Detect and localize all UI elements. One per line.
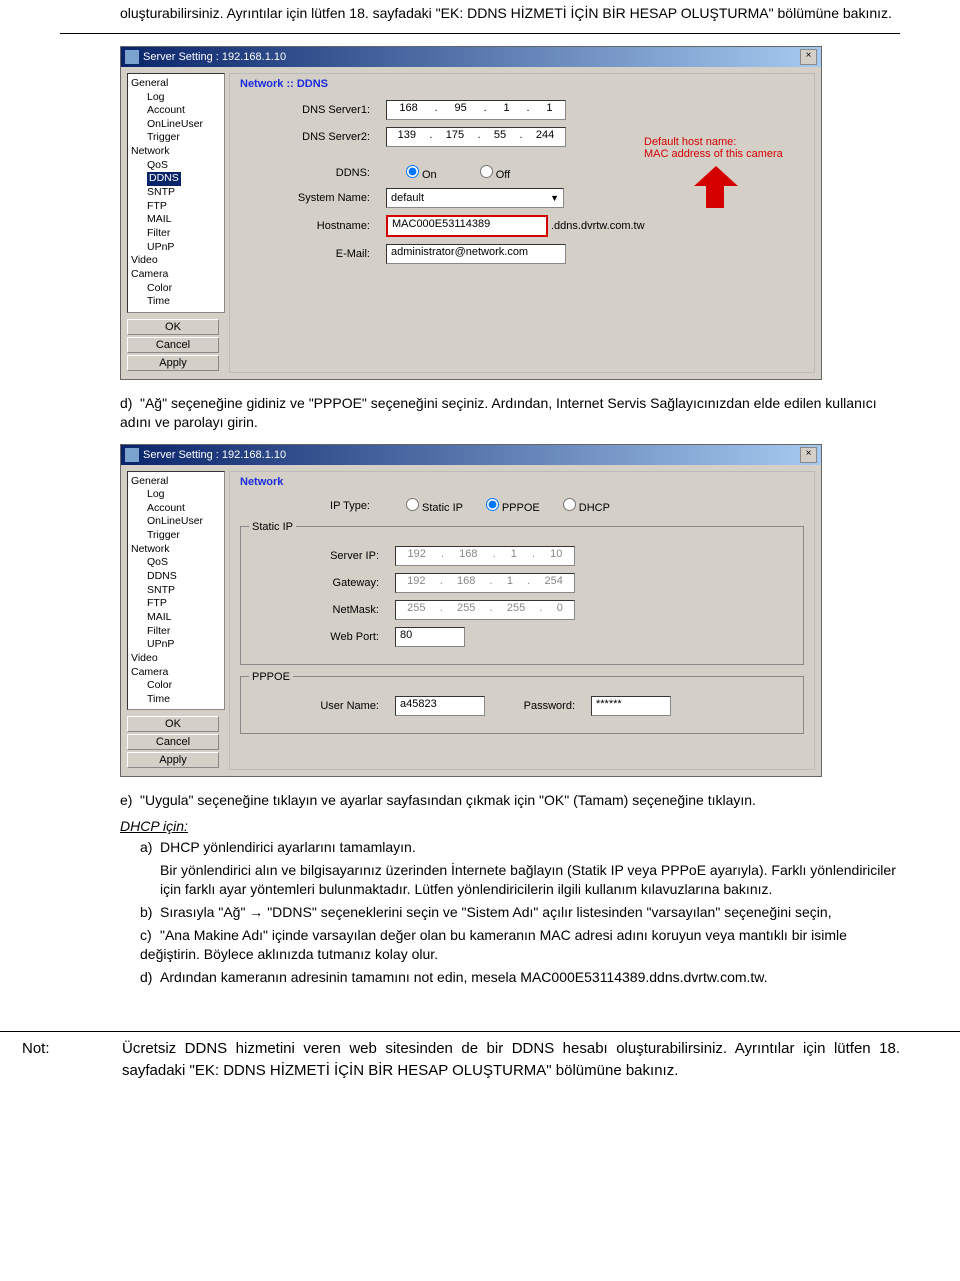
titlebar[interactable]: Server Setting : 192.168.1.10 ×: [121, 47, 821, 67]
dns1-input[interactable]: 168.95.1.1: [386, 100, 566, 120]
tree-ddns[interactable]: DDNS: [131, 172, 221, 186]
tree-mail[interactable]: MAIL: [131, 213, 221, 227]
tree-camera[interactable]: Camera: [131, 268, 221, 282]
hostname-label: Hostname:: [240, 220, 386, 232]
tree-trigger[interactable]: Trigger: [131, 131, 221, 145]
tree-onlineuser[interactable]: OnLineUser: [131, 118, 221, 132]
ddns-off-radio[interactable]: [480, 165, 493, 178]
gateway-input[interactable]: 192.168.1.254: [395, 573, 575, 593]
tree-filter[interactable]: Filter: [131, 227, 221, 241]
step-d: d)"Ağ" seçeneğine gidiniz ve "PPPOE" seç…: [120, 394, 900, 432]
dns2-label: DNS Server2:: [240, 131, 386, 143]
app-icon: [125, 448, 139, 462]
tree-time[interactable]: Time: [131, 295, 221, 309]
separator: [60, 33, 900, 34]
pppoe-radio[interactable]: [486, 498, 499, 511]
arrow-up-icon: [684, 162, 744, 204]
tree-sntp[interactable]: SNTP: [131, 186, 221, 200]
dhcp-step-a-cont: Bir yönlendirici alın ve bilgisayarınız …: [160, 861, 900, 899]
tree-network[interactable]: Network: [131, 145, 221, 159]
staticip-radio[interactable]: [406, 498, 419, 511]
iptype-label: IP Type:: [240, 500, 386, 512]
netmask-input[interactable]: 255.255.255.0: [395, 600, 575, 620]
dhcp-step-b: b)Sırasıyla "Ağ" → "DDNS" seçeneklerini …: [140, 903, 900, 922]
ddns-on-radio[interactable]: [406, 165, 419, 178]
apply-button[interactable]: Apply: [127, 752, 219, 768]
tree-qos[interactable]: QoS: [131, 159, 221, 173]
step-e: e)"Uygula" seçeneğine tıklayın ve ayarla…: [120, 791, 900, 810]
window-title: Server Setting : 192.168.1.10: [143, 51, 286, 63]
close-icon[interactable]: ×: [800, 447, 817, 463]
tree-upnp[interactable]: UPnP: [131, 241, 221, 255]
note-text: Ücretsiz DDNS hizmetini veren web sitesi…: [122, 1038, 900, 1083]
tree-account[interactable]: Account: [131, 104, 221, 118]
hostname-suffix: .ddns.dvrtw.com.tw: [551, 220, 645, 232]
ddns-panel: Network :: DDNS DNS Server1: 168.95.1.1 …: [229, 73, 815, 373]
username-input[interactable]: a45823: [395, 696, 485, 716]
hostname-input[interactable]: MAC000E53114389: [386, 215, 548, 237]
email-input[interactable]: administrator@network.com: [386, 244, 566, 264]
app-icon: [125, 50, 139, 64]
dhcp-step-d: d)Ardından kameranın adresinin tamamını …: [140, 968, 900, 987]
ok-button[interactable]: OK: [127, 716, 219, 732]
window-title: Server Setting : 192.168.1.10: [143, 448, 286, 460]
titlebar[interactable]: Server Setting : 192.168.1.10 ×: [121, 445, 821, 465]
ddns-label: DDNS:: [240, 167, 386, 179]
dhcp-step-a: a)DHCP yönlendirici ayarlarını tamamlayı…: [140, 838, 900, 857]
nav-tree[interactable]: General Log Account OnLineUser Trigger N…: [127, 471, 225, 711]
dns1-label: DNS Server1:: [240, 104, 386, 116]
tree-log[interactable]: Log: [131, 91, 221, 105]
chevron-down-icon: ▼: [550, 191, 559, 205]
webport-input[interactable]: 80: [395, 627, 465, 647]
server-setting-window-network: Server Setting : 192.168.1.10 × General …: [120, 444, 822, 778]
tree-video[interactable]: Video: [131, 254, 221, 268]
tree-color[interactable]: Color: [131, 282, 221, 296]
pppoe-group: PPPOE User Name: a45823 Password: ******: [240, 671, 804, 734]
panel-header: Network: [240, 476, 804, 488]
note-label: Not:: [0, 1038, 122, 1083]
panel-header: Network :: DDNS: [240, 78, 804, 90]
sysname-label: System Name:: [240, 192, 386, 204]
staticip-group: Static IP Server IP: 192.168.1.10 Gatewa…: [240, 521, 804, 665]
password-input[interactable]: ******: [591, 696, 671, 716]
sysname-select[interactable]: default▼: [386, 188, 564, 208]
note-row: Not: Ücretsiz DDNS hizmetini veren web s…: [0, 1031, 960, 1083]
default-hostname-note: Default host name:MAC address of this ca…: [644, 136, 804, 160]
close-icon[interactable]: ×: [800, 49, 817, 65]
tree-ftp[interactable]: FTP: [131, 200, 221, 214]
server-setting-window-ddns: Server Setting : 192.168.1.10 × General …: [120, 46, 822, 380]
nav-tree[interactable]: General Log Account OnLineUser Trigger N…: [127, 73, 225, 313]
network-panel: Network IP Type: Static IP PPPOE DHCP St…: [229, 471, 815, 771]
serverip-input[interactable]: 192.168.1.10: [395, 546, 575, 566]
dhcp-heading: DHCP için:: [120, 818, 900, 834]
cancel-button[interactable]: Cancel: [127, 734, 219, 750]
email-label: E-Mail:: [240, 248, 386, 260]
ok-button[interactable]: OK: [127, 319, 219, 335]
apply-button[interactable]: Apply: [127, 355, 219, 371]
tree-general[interactable]: General: [131, 77, 221, 91]
dhcp-step-c: c)"Ana Makine Adı" içinde varsayılan değ…: [140, 926, 900, 964]
dns2-input[interactable]: 139.175.55.244: [386, 127, 566, 147]
dhcp-radio[interactable]: [563, 498, 576, 511]
intro-text: oluşturabilirsiniz. Ayrıntılar için lütf…: [120, 4, 900, 23]
cancel-button[interactable]: Cancel: [127, 337, 219, 353]
